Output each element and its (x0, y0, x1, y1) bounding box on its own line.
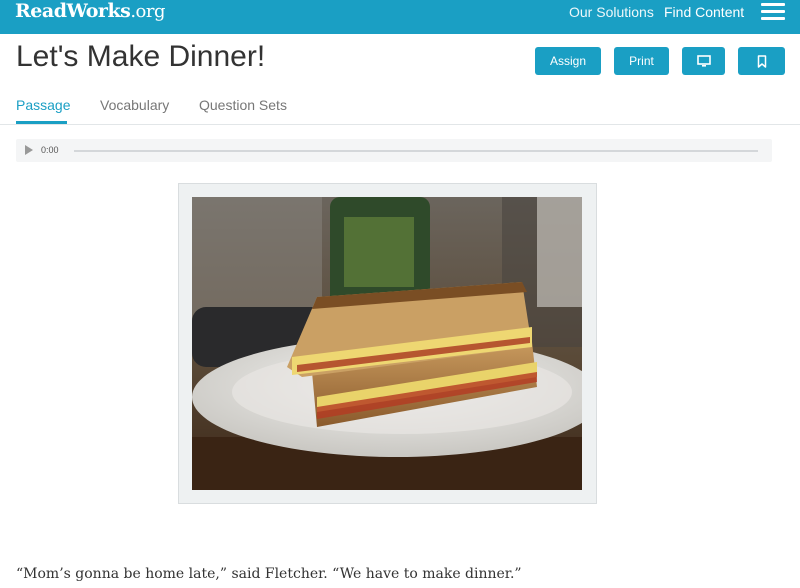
tab-question-sets[interactable]: Question Sets (199, 97, 287, 113)
logo-main-text: ReadWorks (15, 0, 131, 22)
audio-progress-track[interactable] (74, 150, 758, 152)
present-button[interactable] (682, 47, 725, 75)
passage-first-line: “Mom’s gonna be home late,” said Fletche… (16, 566, 522, 582)
assign-button[interactable]: Assign (535, 47, 601, 75)
passage-image-frame (178, 183, 597, 504)
audio-player: 0:00 (16, 139, 772, 162)
play-icon[interactable] (25, 145, 33, 155)
monitor-icon (696, 55, 711, 67)
hamburger-line (761, 17, 785, 20)
hamburger-line (761, 3, 785, 6)
tab-vocabulary[interactable]: Vocabulary (100, 97, 169, 113)
passage-image (192, 197, 582, 490)
readworks-logo[interactable]: ReadWorks.org (15, 0, 165, 24)
logo-suffix-text: .org (130, 1, 165, 22)
nav-our-solutions[interactable]: Our Solutions (569, 4, 654, 20)
top-navigation-bar: ReadWorks.org Our Solutions Find Content (0, 0, 800, 34)
page-title: Let's Make Dinner! (16, 40, 266, 73)
audio-time: 0:00 (41, 145, 59, 155)
tab-passage[interactable]: Passage (16, 97, 70, 113)
bookmark-icon (757, 54, 766, 68)
hamburger-line (761, 10, 785, 13)
hamburger-menu-icon[interactable] (761, 3, 785, 21)
print-button[interactable]: Print (614, 47, 669, 75)
bookmark-button[interactable] (738, 47, 785, 75)
tabs-divider (0, 124, 800, 125)
nav-find-content[interactable]: Find Content (664, 4, 744, 20)
